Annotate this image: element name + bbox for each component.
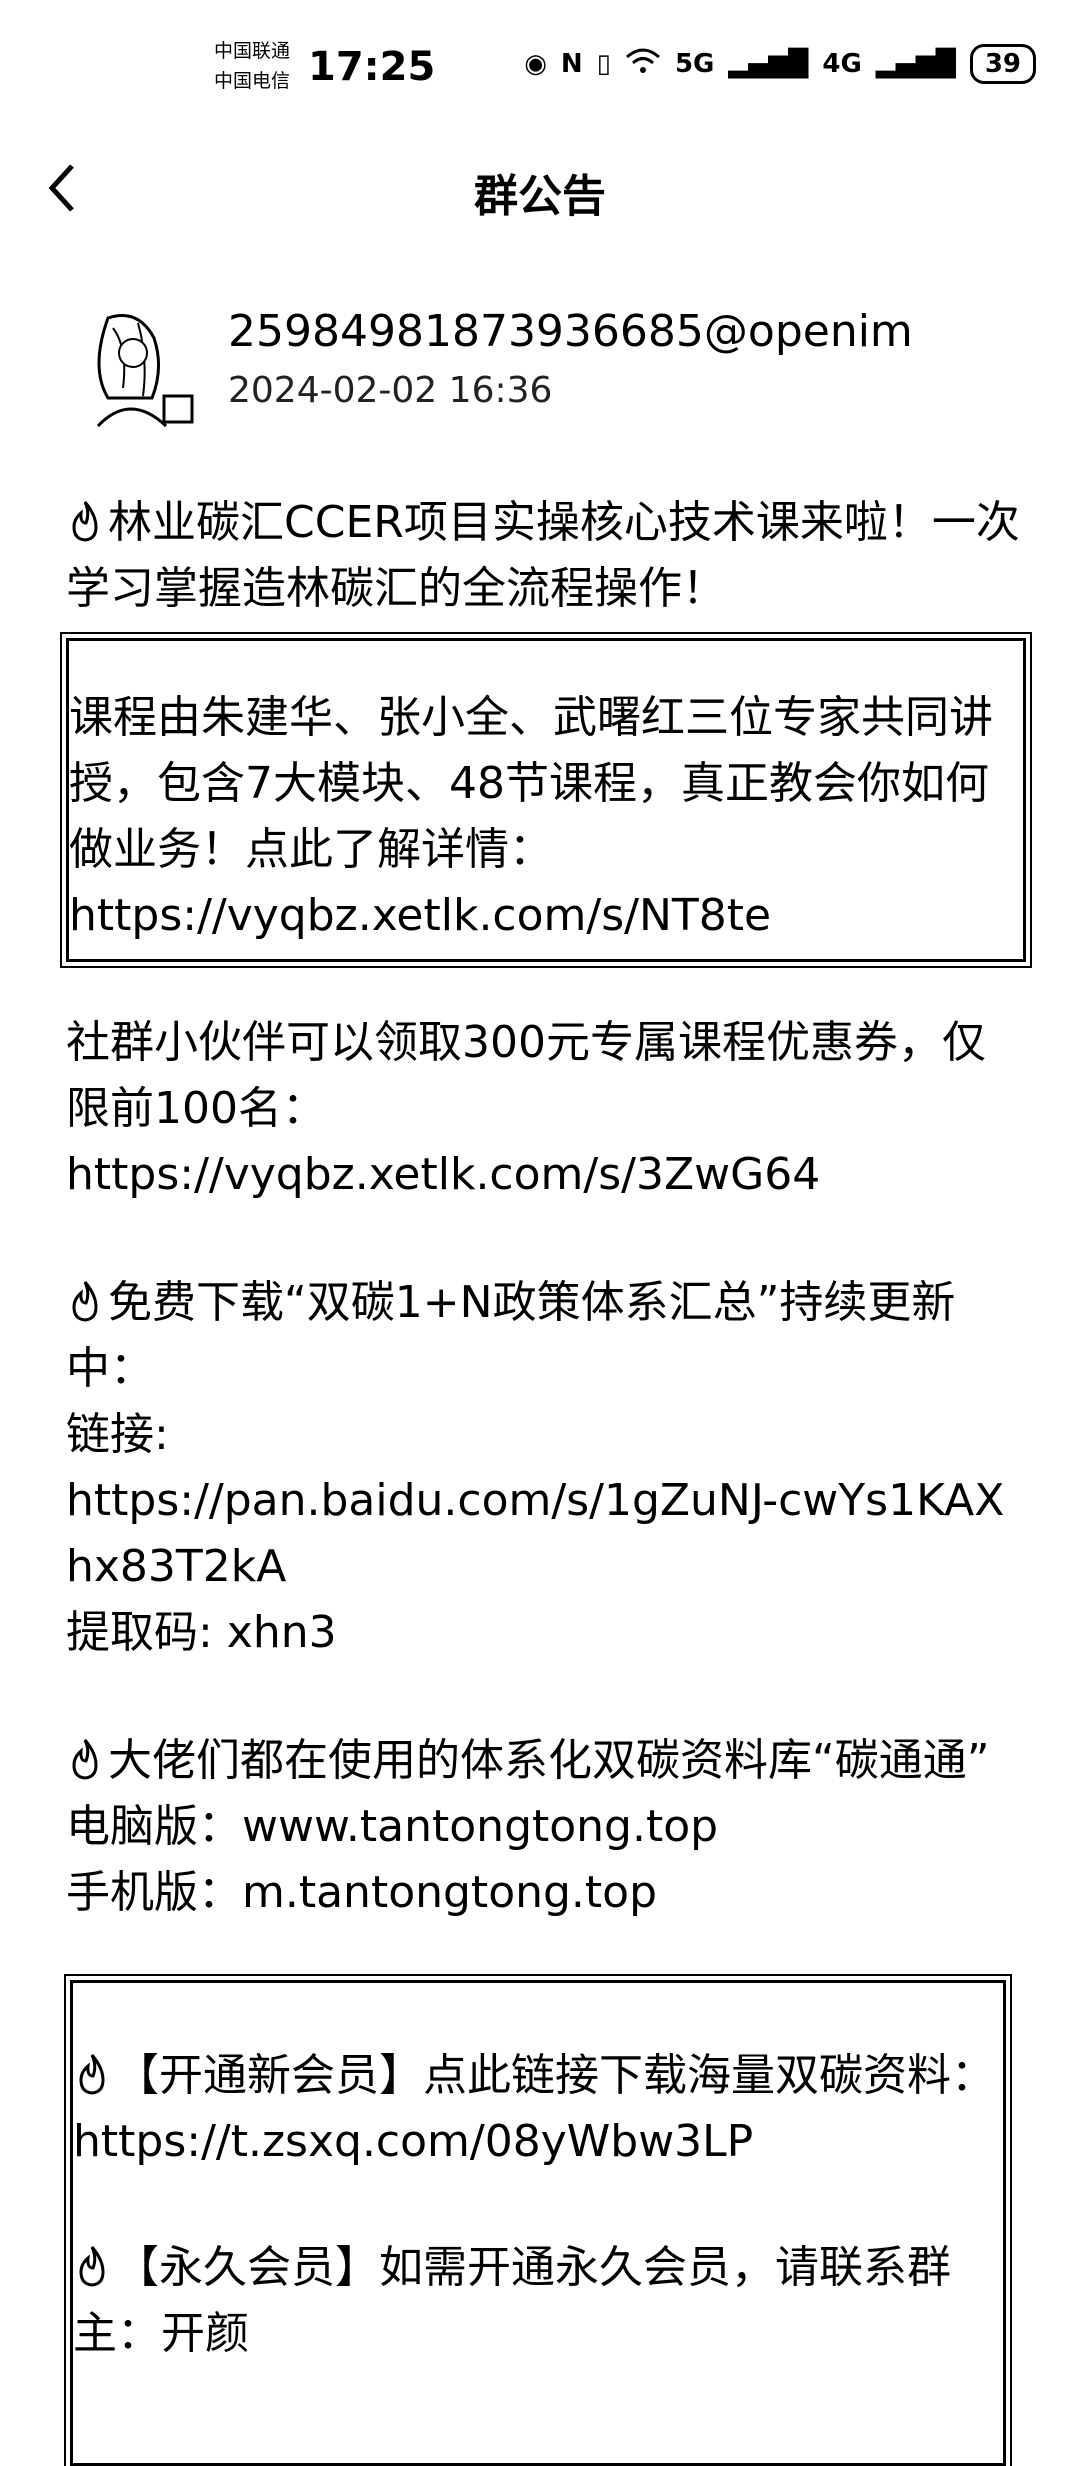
- highlight-box-2: 【开通新会员】点此链接下载海量双碳资料：https://t.zsxq.com/0…: [64, 1974, 1012, 2466]
- paragraph-2: 社群小伙伴可以领取300元专属课程优惠券，仅限前100名：: [66, 1017, 986, 1134]
- fire-icon: [73, 2241, 111, 2287]
- fire-icon: [66, 496, 104, 542]
- signal-icon-2: ▂▄▆█: [875, 49, 956, 79]
- box1-text: 课程由朱建华、张小全、武曙红三位专家共同讲授，包含7大模块、48节课程，真正教会…: [69, 692, 993, 875]
- paragraph-4-pc[interactable]: 电脑版：www.tantongtong.top: [66, 1794, 1026, 1860]
- eye-icon: ◉: [524, 49, 547, 79]
- box1-link[interactable]: https://vyqbz.xetlk.com/s/NT8te: [69, 883, 1023, 949]
- title-bar: 群公告: [0, 140, 1080, 240]
- paragraph-1: 林业碳汇CCER项目实操核心技术课来啦！一次学习掌握造林碳汇的全流程操作！: [66, 496, 1020, 614]
- signal-icon: ▂▄▆█: [728, 49, 809, 79]
- fire-icon: [73, 2049, 111, 2095]
- vibrate-icon: ▯: [596, 49, 611, 79]
- paragraph-3: 免费下载“双碳1+N政策体系汇总”持续更新中：: [66, 1276, 956, 1394]
- status-icons: ◉ N ▯ 5G ▂▄▆█ 4G ▂▄▆█ 39: [524, 44, 1036, 84]
- carrier-2: 中国电信: [214, 70, 291, 92]
- paragraph-2-link[interactable]: https://vyqbz.xetlk.com/s/3ZwG64: [66, 1142, 1026, 1208]
- page-title: 群公告: [474, 171, 606, 222]
- clock: 17:25: [308, 44, 436, 90]
- paragraph-3-link[interactable]: https://pan.baidu.com/s/1gZuNJ-cwYs1KAXh…: [66, 1468, 1026, 1600]
- box2-item-a[interactable]: 【开通新会员】点此链接下载海量双碳资料：https://t.zsxq.com/0…: [73, 2043, 1003, 2175]
- network-5g: 5G: [674, 49, 715, 79]
- post-date: 2024-02-02 16:36: [228, 370, 553, 411]
- box2-item-b: 【永久会员】如需开通永久会员，请联系群主：开颜: [73, 2241, 951, 2359]
- wifi-icon: [625, 47, 661, 82]
- paragraph-4: 大佬们都在使用的体系化双碳资料库“碳通通”: [66, 1728, 1026, 1794]
- status-bar: 中国联通 中国电信 17:25 ◉ N ▯ 5G ▂▄▆█ 4G ▂▄▆█ 39: [0, 0, 1080, 130]
- fire-icon: [66, 1276, 104, 1322]
- paragraph-3-code: 提取码: xhn3: [66, 1607, 337, 1658]
- carrier-1: 中国联通: [214, 40, 291, 62]
- paragraph-3-label: 链接:: [66, 1409, 169, 1460]
- carriers: 中国联通 中国电信: [214, 36, 290, 96]
- paragraph-4-mobile[interactable]: 手机版：m.tantongtong.top: [66, 1860, 1026, 1926]
- network-4g: 4G: [822, 49, 862, 79]
- battery-icon: 39: [969, 44, 1036, 84]
- highlight-box-1: 课程由朱建华、张小全、武曙红三位专家共同讲授，包含7大模块、48节课程，真正教会…: [60, 632, 1032, 968]
- nfc-icon: N: [560, 49, 583, 79]
- avatar[interactable]: [68, 308, 198, 428]
- author-name: 25984981873936685@openim: [228, 306, 913, 357]
- announcement-content: 林业碳汇CCER项目实操核心技术课来啦！一次学习掌握造林碳汇的全流程操作！ 课程…: [60, 490, 1032, 1926]
- fire-icon: [66, 1734, 104, 1780]
